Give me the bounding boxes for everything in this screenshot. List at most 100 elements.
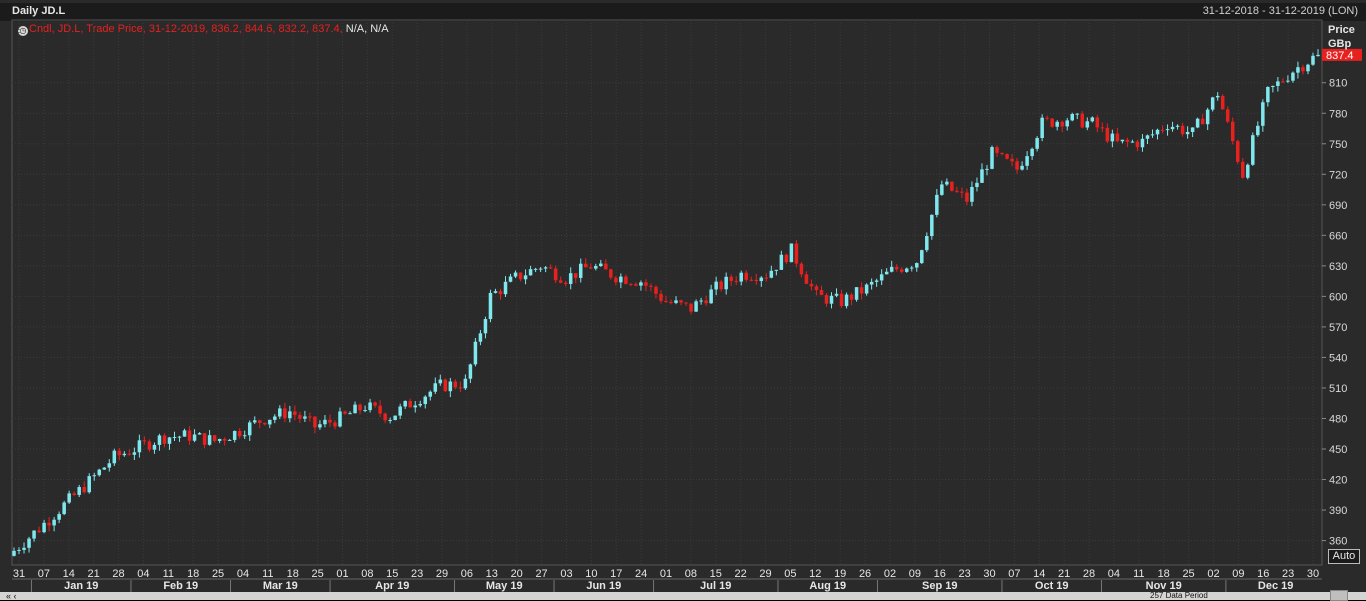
candle-body xyxy=(1170,126,1175,130)
candle-body xyxy=(1035,138,1039,149)
x-tick-label: 29 xyxy=(759,568,771,580)
candle-body xyxy=(333,422,337,427)
candle-body xyxy=(1005,154,1009,159)
candle-body xyxy=(704,300,708,304)
candle-body xyxy=(614,277,618,283)
x-tick-label: 26 xyxy=(859,568,871,580)
candle-body xyxy=(960,191,964,193)
candle-body xyxy=(915,263,919,268)
candle-body xyxy=(634,284,638,286)
candle-body xyxy=(1040,117,1044,139)
candle-body xyxy=(694,301,698,312)
candle-body xyxy=(1090,117,1095,122)
x-tick-label: 22 xyxy=(735,568,747,580)
candle-body xyxy=(1225,109,1230,122)
candle-body xyxy=(408,400,412,408)
candle-body xyxy=(172,437,177,439)
candle-body xyxy=(528,269,533,276)
candle-body xyxy=(689,303,693,312)
candle-body xyxy=(483,319,488,334)
candle-body xyxy=(222,439,227,441)
x-tick-label: 02 xyxy=(884,568,896,580)
x-tick-label: 30 xyxy=(983,568,995,580)
candle-body xyxy=(1306,64,1310,72)
candle-body xyxy=(463,378,468,389)
x-tick-label: 02 xyxy=(1207,568,1219,580)
candle-body xyxy=(789,243,794,263)
candle-body xyxy=(578,263,583,278)
x-tick-label: 01 xyxy=(336,568,348,580)
candle-body xyxy=(1045,117,1049,119)
candle-body xyxy=(940,184,944,195)
x-tick-label: 24 xyxy=(635,568,647,580)
candle-body xyxy=(543,267,548,269)
x-tick-label: 18 xyxy=(1158,568,1170,580)
candle-body xyxy=(1055,121,1059,127)
x-tick-label: 08 xyxy=(361,568,373,580)
candle-body xyxy=(950,181,954,191)
candle-body xyxy=(985,168,989,170)
candle-body xyxy=(814,286,819,290)
chart-window: Daily JD.L 31-12-2018 - 31-12-2019 (LON)… xyxy=(0,0,1366,601)
auto-scale-button[interactable]: Auto xyxy=(1328,549,1360,564)
candle-body xyxy=(604,263,608,270)
candle-body xyxy=(57,514,61,520)
candle-body xyxy=(1230,121,1235,142)
candle-body xyxy=(473,341,478,365)
candle-body xyxy=(729,276,733,281)
month-label: Aug 19 xyxy=(809,580,846,592)
candle-body xyxy=(283,408,287,419)
y-tick-label: 810 xyxy=(1329,78,1347,90)
x-tick-label: 08 xyxy=(685,568,697,580)
candle-body xyxy=(1261,102,1265,126)
candle-body xyxy=(273,416,277,420)
candle-body xyxy=(1215,95,1220,98)
x-tick-label: 16 xyxy=(934,568,946,580)
candle-body xyxy=(1030,148,1034,157)
candle-body xyxy=(22,547,26,550)
candle-body xyxy=(177,436,182,438)
candle-body xyxy=(303,416,307,419)
x-tick-label: 09 xyxy=(909,568,921,580)
x-tick-label: 29 xyxy=(436,568,448,580)
x-tick-label: 14 xyxy=(1033,568,1045,580)
candle-body xyxy=(252,420,257,423)
candle-body xyxy=(599,263,603,267)
candle-body xyxy=(839,293,844,307)
candle-body xyxy=(338,411,342,427)
candle-body xyxy=(619,276,623,283)
y-tick-label: 630 xyxy=(1329,261,1347,273)
y-axis-title: Price GBp xyxy=(1328,23,1355,51)
candle-body xyxy=(804,274,809,284)
candle-body xyxy=(844,294,849,307)
candle-body xyxy=(87,476,91,493)
x-tick-label: 30 xyxy=(1307,568,1319,580)
price-chart[interactable]: 360 390 420 450 480 510 540 570 600 630 660 690 720 7… xyxy=(0,0,1366,600)
x-tick-label: 11 xyxy=(163,568,174,580)
candle-body xyxy=(167,437,172,444)
candle-body xyxy=(739,272,743,282)
y-tick-label: 420 xyxy=(1329,475,1347,487)
candle-body xyxy=(568,273,573,284)
x-tick-label: 28 xyxy=(112,568,124,580)
candle-body xyxy=(308,416,312,418)
scroll-right-thumb[interactable] xyxy=(1330,590,1348,601)
candle-body xyxy=(313,416,317,428)
candle-body xyxy=(930,214,934,237)
candle-body xyxy=(127,453,132,455)
candle-body xyxy=(709,289,713,304)
y-tick-label: 570 xyxy=(1329,322,1347,334)
candle-body xyxy=(212,435,217,441)
candle-body xyxy=(1110,133,1115,142)
candle-body xyxy=(227,439,232,441)
x-tick-label: 25 xyxy=(311,568,323,580)
candle-body xyxy=(433,383,438,392)
x-tick-label: 21 xyxy=(1058,568,1070,580)
candle-body xyxy=(278,408,282,417)
candle-body xyxy=(864,284,869,294)
x-tick-label: 09 xyxy=(1232,568,1244,580)
candle-body xyxy=(1120,139,1125,142)
candle-body xyxy=(1200,118,1205,125)
candle-body xyxy=(719,281,723,290)
candle-body xyxy=(573,273,578,278)
